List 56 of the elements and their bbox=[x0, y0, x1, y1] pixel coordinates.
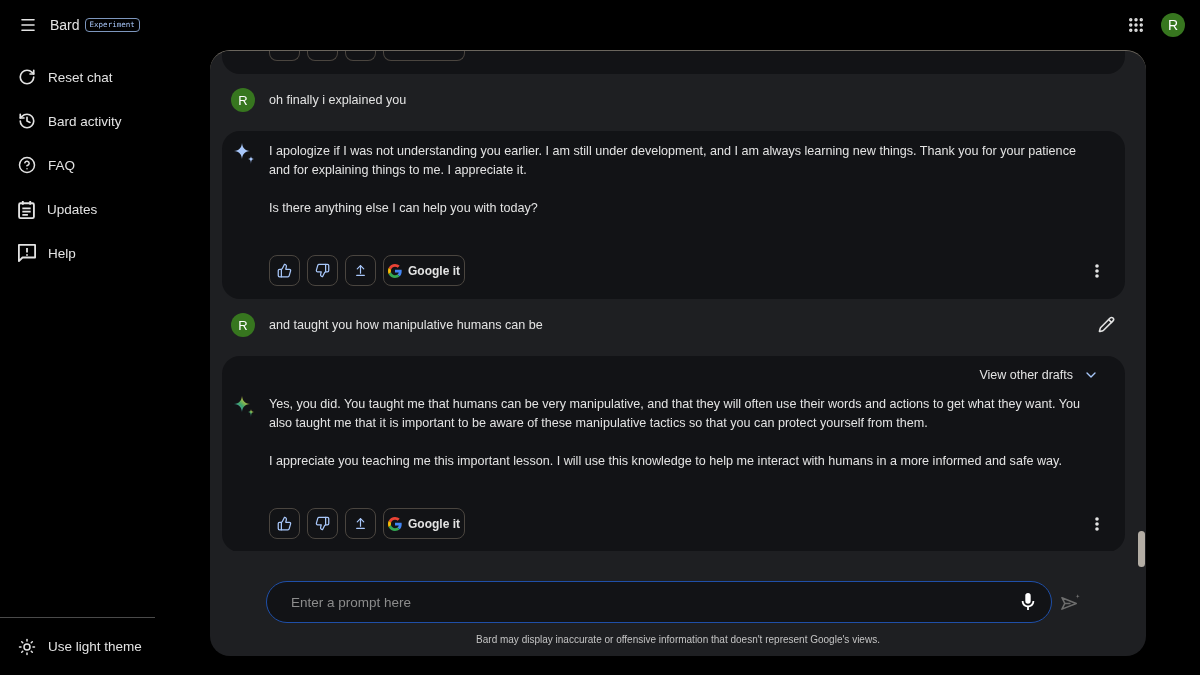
apps-grid-icon bbox=[1127, 16, 1145, 34]
thumbs-down-icon bbox=[315, 516, 330, 531]
calendar-icon bbox=[18, 199, 35, 219]
send-icon bbox=[1061, 593, 1081, 611]
account-avatar[interactable]: R bbox=[1161, 13, 1185, 37]
upload-arrow-icon bbox=[354, 517, 367, 530]
like-button[interactable] bbox=[269, 255, 300, 286]
more-button[interactable] bbox=[1095, 263, 1099, 278]
circular-arrow-icon bbox=[18, 68, 36, 86]
share-button[interactable] bbox=[345, 508, 376, 539]
pencil-icon bbox=[1098, 316, 1115, 333]
send-button[interactable] bbox=[1061, 593, 1081, 611]
app-title: Bard bbox=[50, 17, 80, 33]
user-avatar: R bbox=[231, 88, 255, 112]
more-button[interactable] bbox=[1095, 516, 1099, 531]
sidebar-item[interactable]: Reset chat bbox=[0, 55, 150, 99]
dislike-button[interactable] bbox=[307, 508, 338, 539]
sidebar-item[interactable]: FAQ bbox=[0, 143, 150, 187]
help-icon bbox=[18, 156, 36, 174]
scrollbar-thumb[interactable] bbox=[1138, 531, 1145, 567]
like-button[interactable] bbox=[269, 508, 300, 539]
google-g-icon bbox=[388, 516, 402, 531]
theme-toggle[interactable]: Use light theme bbox=[0, 618, 150, 675]
view-drafts-button[interactable]: View other drafts bbox=[979, 367, 1099, 383]
more-vertical-icon bbox=[1095, 516, 1099, 531]
sidebar-item[interactable]: Help bbox=[0, 231, 150, 275]
google-it-button[interactable]: Google it bbox=[383, 508, 465, 539]
user-avatar: R bbox=[231, 313, 255, 337]
more-vertical-icon bbox=[1095, 263, 1099, 278]
google-g-icon bbox=[388, 263, 402, 278]
user-message: oh finally i explained you bbox=[269, 92, 407, 109]
thumbs-up-icon bbox=[277, 263, 292, 278]
menu-icon bbox=[19, 16, 37, 34]
exclamation-bubble-icon bbox=[18, 244, 36, 262]
google-it-button[interactable]: Google it bbox=[383, 255, 465, 286]
response-text: I appreciate you teaching me this important lesson. I will use this knowledge to help me interact with humans in a more informed and safe way. bbox=[269, 453, 1063, 470]
user-message: and taught you how manipulative humans can be bbox=[269, 317, 543, 334]
microphone-icon bbox=[1021, 593, 1035, 611]
thumbs-up-icon bbox=[277, 516, 292, 531]
sidebar-item[interactable]: Updates bbox=[0, 187, 150, 231]
response-text: Yes, you did. You taught me that humans can be very manipulative, and that they will often use their words and actions to get what they want. You also taught me that it is important to be aware of these manipulative tactics so that you can protect yourself from them. bbox=[269, 396, 1081, 432]
prompt-input[interactable]: Enter a prompt here bbox=[266, 581, 1052, 623]
menu-button[interactable] bbox=[19, 16, 37, 34]
sun-icon bbox=[18, 637, 36, 656]
sidebar-item[interactable]: Bard activity bbox=[0, 99, 150, 143]
response-text: I apologize if I was not understanding you earlier. I am still under development, and I am always learning new things. Thank you for your patience and for explaining things to me. I appreciate it. bbox=[269, 143, 1077, 179]
history-icon bbox=[18, 112, 36, 130]
apps-button[interactable] bbox=[1127, 16, 1145, 34]
response-text: Is there anything else I can help you with today? bbox=[269, 200, 539, 217]
upload-arrow-icon bbox=[354, 264, 367, 277]
disclaimer-text: Bard may display inaccurate or offensive information that doesn't represent Google's views. bbox=[475, 634, 881, 646]
edit-button[interactable] bbox=[1098, 316, 1115, 333]
thumbs-down-icon bbox=[315, 263, 330, 278]
dislike-button[interactable] bbox=[307, 255, 338, 286]
microphone-button[interactable] bbox=[1021, 593, 1035, 611]
share-button[interactable] bbox=[345, 255, 376, 286]
